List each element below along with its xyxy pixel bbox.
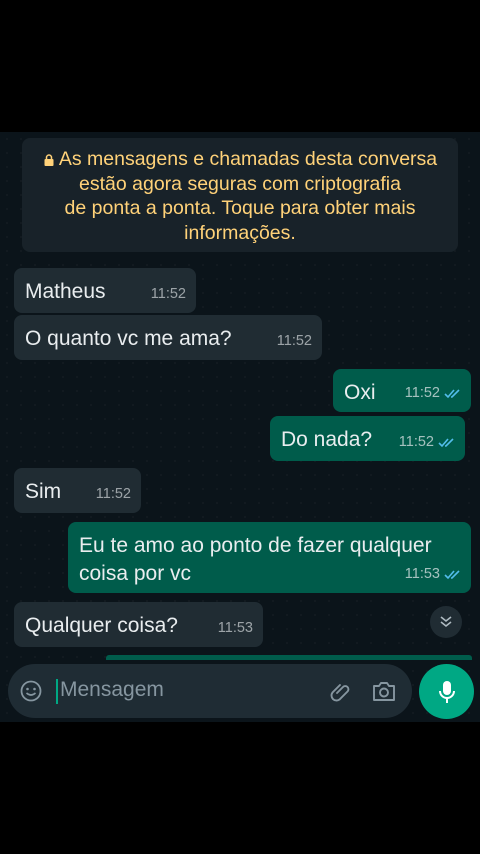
- message-text: O quanto vc me ama?: [25, 327, 232, 350]
- message-time: 11:53: [217, 620, 253, 636]
- message-meta: 11:52: [96, 480, 131, 508]
- encryption-notice[interactable]: As mensagens e chamadas desta conversa e…: [22, 138, 458, 252]
- message-bubble-incoming[interactable]: O quanto vc me ama? 11:52: [14, 315, 322, 360]
- encryption-notice-line-2: estão agora seguras com criptografia: [79, 172, 401, 195]
- message-time: 11:53: [404, 566, 440, 582]
- message-text-line-1: Eu te amo ao ponto de fazer qualquer: [79, 534, 432, 557]
- message-time: 11:52: [150, 286, 186, 302]
- message-bubble-outgoing[interactable]: Do nada? 11:52: [270, 416, 465, 461]
- message-text: Oxi: [344, 381, 376, 404]
- message-text: Do nada?: [281, 428, 373, 451]
- mic-button[interactable]: [419, 664, 474, 719]
- message-bubble-incoming[interactable]: Sim 11:52: [14, 468, 141, 513]
- message-meta: 11:53: [405, 560, 461, 588]
- emoji-icon[interactable]: [20, 680, 42, 702]
- message-text-line-2: coisa por vc: [79, 562, 192, 585]
- message-text: Matheus: [25, 280, 106, 303]
- chat-area[interactable]: As mensagens e chamadas desta conversa e…: [0, 132, 480, 722]
- double-check-icon: [438, 437, 454, 447]
- message-bubble-outgoing[interactable]: Eu te amo ao ponto de fazer qualquer coi…: [68, 522, 471, 593]
- message-text: Eu te amo ao ponto de fazer qualquer coi…: [79, 532, 432, 588]
- message-time: 11:52: [276, 333, 312, 349]
- camera-icon[interactable]: [372, 680, 396, 702]
- encryption-notice-line-3: de ponta a ponta. Toque para obter mais: [64, 197, 416, 219]
- message-meta: 11:52: [277, 327, 312, 355]
- message-meta: 11:52: [399, 428, 455, 456]
- text-cursor: [56, 679, 58, 704]
- message-meta: 11:52: [151, 280, 186, 308]
- double-check-icon: [444, 569, 460, 579]
- attach-icon[interactable]: [328, 679, 352, 703]
- message-bubble-incoming[interactable]: Qualquer coisa? 11:53: [14, 602, 263, 647]
- double-chevron-down-icon: [440, 616, 452, 628]
- message-text: Sim: [25, 480, 62, 503]
- lock-icon: [44, 154, 54, 166]
- encryption-notice-line-1: As mensagens e chamadas desta conversa: [22, 147, 458, 172]
- message-input[interactable]: Mensagem: [60, 678, 164, 702]
- message-input-bar[interactable]: Mensagem: [8, 664, 412, 718]
- message-meta: 11:52: [405, 379, 461, 407]
- message-time: 11:52: [404, 385, 440, 401]
- partial-message-bubble: [106, 655, 472, 660]
- message-bubble-outgoing[interactable]: Oxi 11:52: [333, 369, 471, 412]
- message-text: Qualquer coisa?: [25, 614, 178, 637]
- message-bubble-incoming[interactable]: Matheus 11:52: [14, 268, 196, 313]
- message-meta: 11:53: [218, 614, 253, 642]
- mic-icon: [438, 680, 455, 703]
- encryption-notice-line-4: informações.: [184, 221, 296, 244]
- double-check-icon: [444, 388, 460, 398]
- message-time: 11:52: [95, 486, 131, 502]
- message-time: 11:52: [398, 434, 434, 450]
- scroll-to-bottom-button[interactable]: [430, 606, 462, 638]
